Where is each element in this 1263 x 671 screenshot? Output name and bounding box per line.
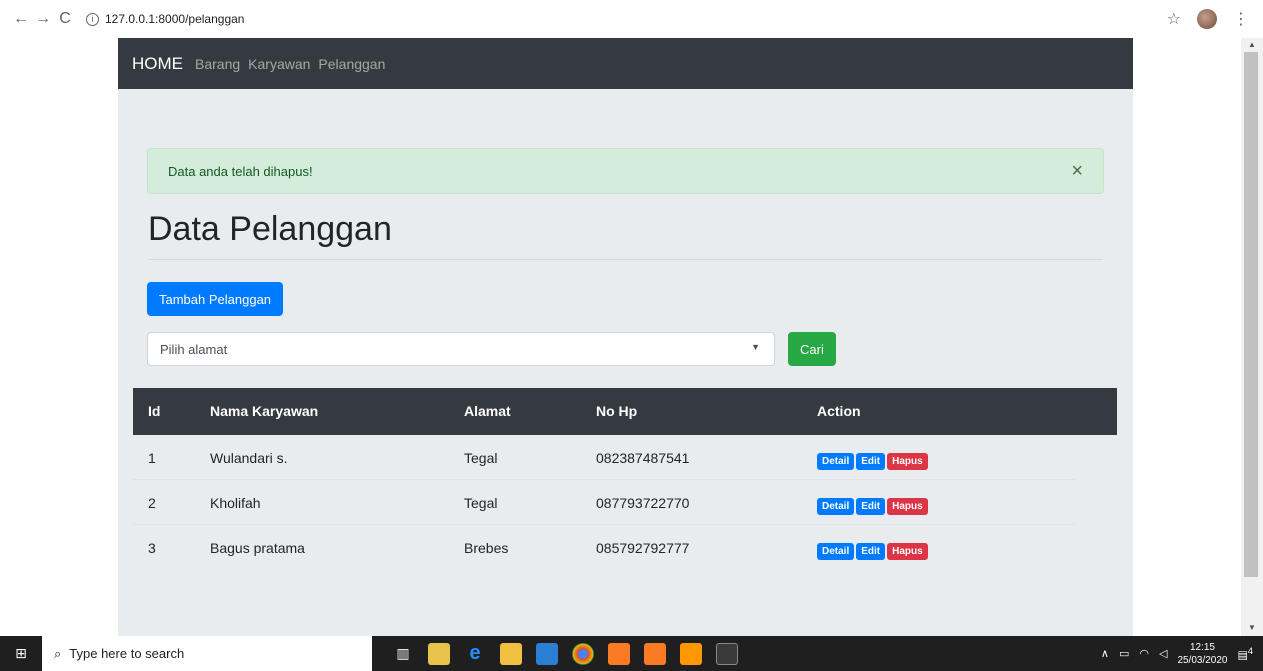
cell-id: 2 <box>148 495 156 511</box>
table-row: 3 Bagus pratama Brebes 085792792777 Deta… <box>133 525 1075 570</box>
profile-avatar[interactable] <box>1197 9 1217 29</box>
title-divider <box>148 259 1103 260</box>
cell-id: 3 <box>148 540 156 556</box>
cell-nohp: 082387487541 <box>596 450 690 466</box>
header-alamat: Alamat <box>464 403 511 419</box>
alert-message: Data anda telah dihapus! <box>168 163 313 179</box>
detail-button[interactable]: Detail <box>817 498 855 515</box>
edit-button[interactable]: Edit <box>856 453 886 470</box>
file-explorer-icon[interactable] <box>500 642 522 665</box>
scroll-up-icon[interactable]: ▲ <box>1248 40 1256 49</box>
select-value: Pilih alamat <box>160 341 228 357</box>
nav-link-pelanggan[interactable]: Pelanggan <box>318 56 385 72</box>
cell-nama: Kholifah <box>210 495 261 511</box>
windows-taskbar: ⊞ ⌕ Type here to search ▥ e ∧ ▭ ◠ ◁ 12:1… <box>0 636 1263 671</box>
search-button[interactable]: Cari <box>788 332 836 366</box>
system-tray: ∧ ▭ ◠ ◁ 12:15 25/03/2020 ▤4 <box>1101 636 1253 671</box>
nav-brand-home[interactable]: HOME <box>132 54 183 74</box>
edge-icon[interactable]: e <box>464 642 486 665</box>
address-bar[interactable]: i 127.0.0.1:8000/pelanggan <box>86 12 244 26</box>
notification-icon[interactable]: ▤4 <box>1238 646 1254 662</box>
cell-id: 1 <box>148 450 156 466</box>
info-icon[interactable]: i <box>86 12 99 26</box>
cell-alamat: Brebes <box>464 540 509 556</box>
page-content: HOME Barang Karyawan Pelanggan Data anda… <box>118 38 1133 636</box>
taskbar-search[interactable]: ⌕ Type here to search <box>42 636 372 671</box>
store-icon[interactable] <box>428 642 450 665</box>
bookmark-star-icon[interactable]: ☆ <box>1167 9 1181 29</box>
action-group: Detail Edit Hapus <box>817 541 930 560</box>
page-title: Data Pelanggan <box>148 210 392 248</box>
battery-icon[interactable]: ▭ <box>1119 647 1129 660</box>
table-row: 1 Wulandari s. Tegal 082387487541 Detail… <box>133 435 1075 480</box>
browser-toolbar: ← → C i 127.0.0.1:8000/pelanggan ☆ ⋮ <box>0 0 1263 38</box>
header-nama: Nama Karyawan <box>210 403 319 419</box>
back-icon[interactable]: ← <box>10 10 32 28</box>
add-customer-button[interactable]: Tambah Pelanggan <box>147 282 284 316</box>
volume-icon[interactable]: ◁ <box>1159 647 1167 660</box>
action-group: Detail Edit Hapus <box>817 451 930 470</box>
cell-alamat: Tegal <box>464 495 498 511</box>
edit-button[interactable]: Edit <box>856 543 886 560</box>
success-alert: Data anda telah dihapus! × <box>147 148 1104 194</box>
sublime-icon[interactable] <box>680 642 702 665</box>
vertical-scrollbar[interactable]: ▲ ▼ <box>1241 38 1263 636</box>
cell-nama: Bagus pratama <box>210 540 305 556</box>
cell-alamat: Tegal <box>464 450 498 466</box>
delete-button[interactable]: Hapus <box>887 498 928 515</box>
xampp-control-icon[interactable] <box>644 642 666 665</box>
terminal-icon[interactable] <box>716 642 738 665</box>
action-group: Detail Edit Hapus <box>817 496 930 515</box>
header-id: Id <box>148 403 161 419</box>
address-select[interactable]: Pilih alamat ▼ <box>147 332 775 366</box>
clock-time: 12:15 <box>1189 641 1215 653</box>
reload-icon[interactable]: C <box>54 10 76 28</box>
wifi-icon[interactable]: ◠ <box>1139 647 1149 660</box>
detail-button[interactable]: Detail <box>817 453 855 470</box>
delete-button[interactable]: Hapus <box>887 453 928 470</box>
scrollbar-thumb[interactable] <box>1244 52 1258 577</box>
clock[interactable]: 12:15 25/03/2020 <box>1177 641 1227 667</box>
detail-button[interactable]: Detail <box>817 543 855 560</box>
delete-button[interactable]: Hapus <box>887 543 928 560</box>
header-nohp: No Hp <box>596 403 638 419</box>
header-action: Action <box>817 403 861 419</box>
cell-nohp: 085792792777 <box>596 540 690 556</box>
chrome-icon[interactable] <box>572 642 594 665</box>
scroll-down-icon[interactable]: ▼ <box>1248 623 1256 632</box>
nav-link-karyawan[interactable]: Karyawan <box>248 56 310 72</box>
table-row: 2 Kholifah Tegal 087793722770 Detail Edit… <box>133 480 1075 525</box>
edit-button[interactable]: Edit <box>856 498 886 515</box>
browser-menu-icon[interactable]: ⋮ <box>1233 9 1249 29</box>
windows-start-icon[interactable]: ⊞ <box>0 636 42 671</box>
mail-icon[interactable] <box>536 642 558 665</box>
notification-count: 4 <box>1247 645 1253 656</box>
nav-link-barang[interactable]: Barang <box>195 56 240 72</box>
forward-icon[interactable]: → <box>32 10 54 28</box>
xampp-icon[interactable] <box>608 642 630 665</box>
search-placeholder: Type here to search <box>69 646 185 661</box>
url-text[interactable]: 127.0.0.1:8000/pelanggan <box>105 12 244 26</box>
search-icon: ⌕ <box>54 645 62 661</box>
chevron-down-icon: ▼ <box>751 342 760 352</box>
clock-date: 25/03/2020 <box>1177 654 1228 666</box>
table-header: Id Nama Karyawan Alamat No Hp Action <box>133 388 1117 435</box>
cell-nohp: 087793722770 <box>596 495 690 511</box>
task-view-icon[interactable]: ▥ <box>392 643 414 665</box>
navbar: HOME Barang Karyawan Pelanggan <box>118 38 1133 89</box>
close-icon[interactable]: × <box>1071 161 1083 181</box>
cell-nama: Wulandari s. <box>210 450 288 466</box>
tray-chevron-icon[interactable]: ∧ <box>1101 647 1109 660</box>
